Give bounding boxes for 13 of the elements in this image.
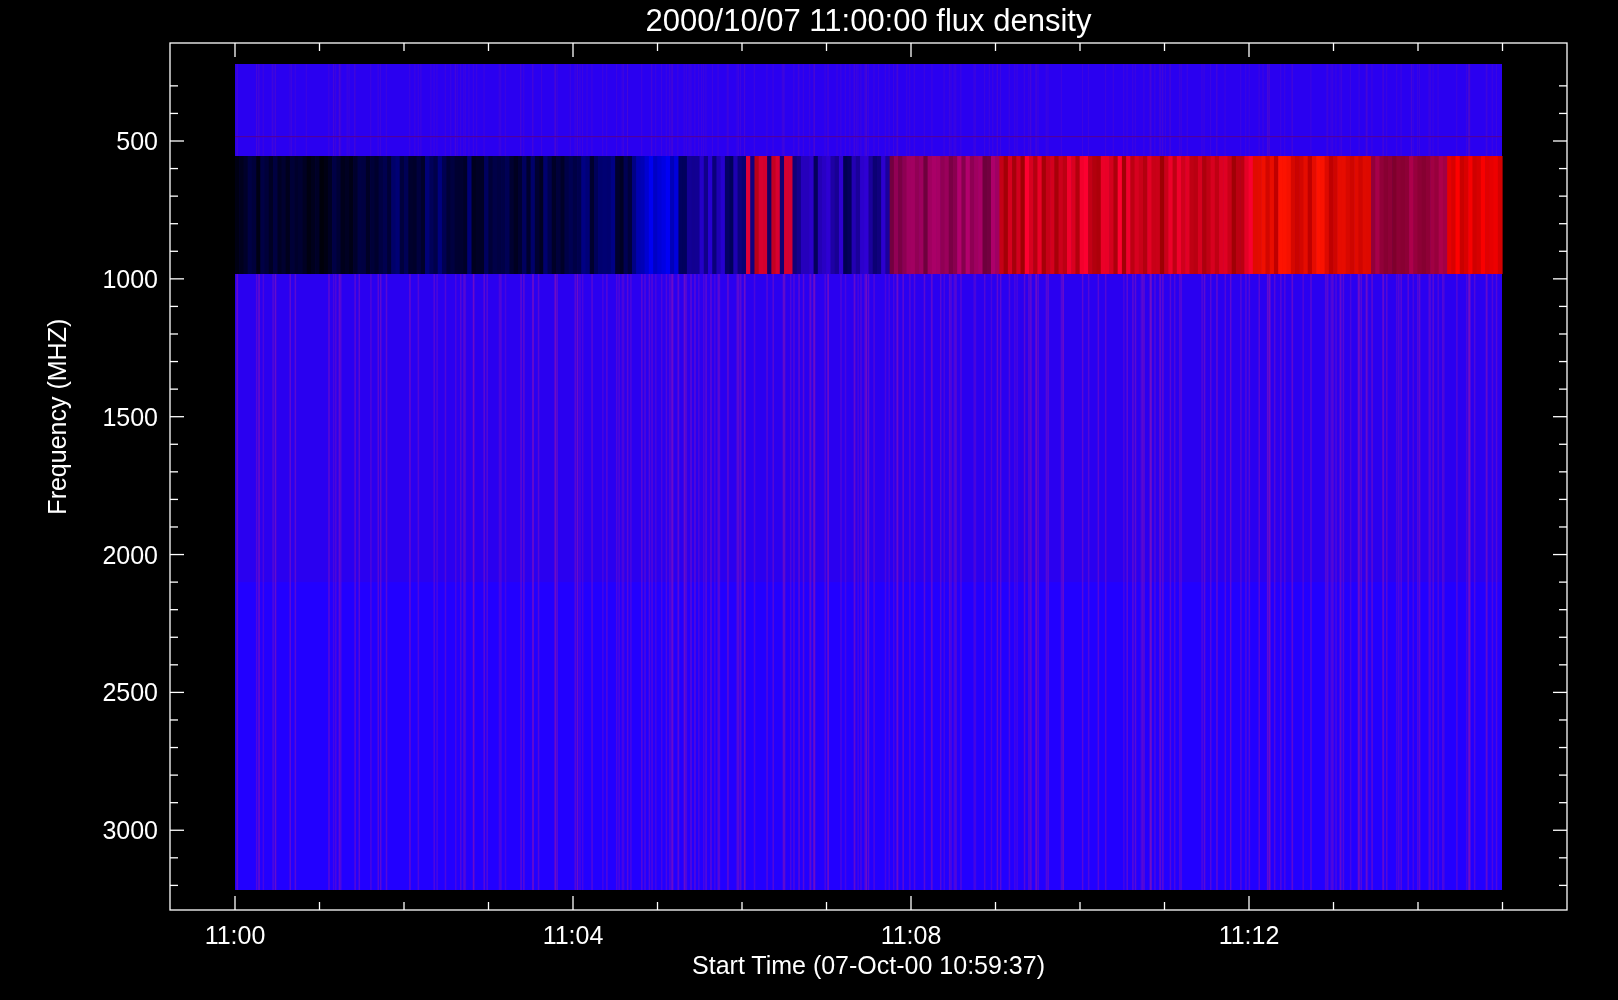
tick-label: 11:00 [204, 921, 266, 949]
axis-label: Start Time (07-Oct-00 10:59:37) [692, 951, 1045, 979]
tick-label: 1500 [102, 402, 158, 431]
tick-label: 11:08 [880, 921, 942, 949]
tick-label: 3000 [102, 816, 158, 845]
tick-label: 1000 [102, 264, 158, 293]
axis-label: Frequency (MHZ) [43, 318, 71, 515]
tick-label: 11:04 [542, 921, 604, 949]
tick-label: 2000 [102, 540, 158, 569]
tick-label: 500 [116, 127, 158, 155]
tick-label: 2500 [102, 678, 158, 707]
tick-label: 11:12 [1218, 921, 1280, 949]
plot-title: 2000/10/07 11:00:00 flux density [645, 3, 1092, 38]
